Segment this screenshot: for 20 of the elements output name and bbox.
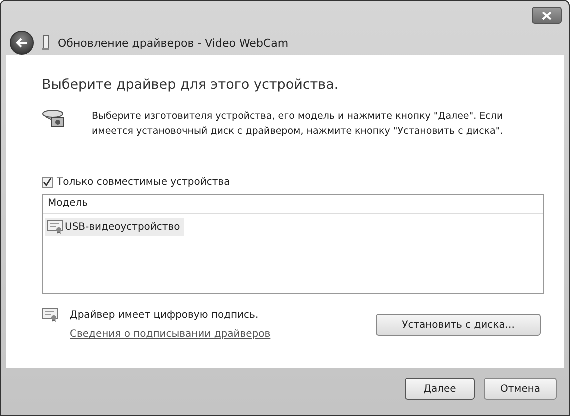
install-from-disk-button[interactable]: Установить с диска...: [376, 314, 541, 336]
page-heading: Выберите драйвер для этого устройства.: [42, 77, 340, 93]
signature-status: Драйвер имеет цифровую подпись.: [70, 310, 260, 321]
checkbox-label: Только совместимые устройства: [57, 177, 230, 188]
window-title: Обновление драйверов - Video WebCam: [58, 36, 289, 50]
back-button[interactable]: [10, 31, 34, 55]
certificate-icon: [42, 308, 58, 322]
list-item[interactable]: USB-видеоустройство: [45, 218, 184, 236]
driver-disk-icon: [42, 109, 66, 129]
certificate-icon: [47, 220, 63, 234]
instructions-text: Выберите изготовителя устройства, его модель и нажмите кнопку "Далее". Если имеется установочный диск с драйвером, нажмите кнопку "Установить с диска".: [92, 110, 504, 139]
close-button[interactable]: [532, 7, 562, 24]
close-icon: [542, 12, 552, 20]
compatible-checkbox[interactable]: [42, 177, 53, 188]
signing-info-link[interactable]: Сведения о подписывании драйверов: [70, 329, 271, 340]
dialog-button[interactable]: Отмена: [484, 378, 557, 400]
device-icon: [42, 35, 50, 51]
back-arrow-icon: [16, 38, 28, 48]
dialog-button[interactable]: Далее: [405, 378, 475, 400]
column-header[interactable]: Модель: [43, 195, 543, 214]
